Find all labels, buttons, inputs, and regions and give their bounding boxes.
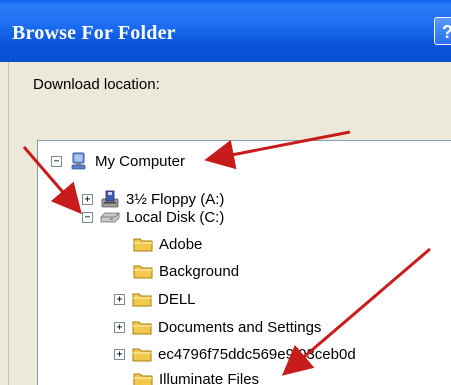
folder-tree-view[interactable]: − My Computer + 3½ Floppy (A:) − Local D…	[37, 140, 451, 385]
tree-item-my-computer[interactable]: − My Computer	[51, 150, 185, 172]
help-button[interactable]: ?	[434, 17, 451, 45]
tree-item-folder-documents-and-settings[interactable]: + Documents and Settings	[114, 316, 321, 338]
hard-disk-icon	[100, 212, 120, 223]
tree-item-label: ec4796f75ddc569e9f03ceb0d	[158, 345, 356, 363]
folder-icon	[133, 265, 153, 279]
computer-icon	[71, 152, 86, 170]
expand-icon[interactable]: +	[82, 193, 93, 205]
tree-item-label: Background	[159, 262, 240, 280]
browse-for-folder-window: Browse For Folder ? Download location: −…	[0, 0, 451, 385]
tree-item-folder-dell[interactable]: + DELL	[114, 288, 196, 310]
tree-item-local-disk[interactable]: − Local Disk (C:)	[82, 206, 224, 228]
download-location-label: Download location:	[33, 76, 160, 93]
tree-item-folder-illuminate-files[interactable]: Illuminate Files	[133, 368, 259, 385]
window-title: Browse For Folder	[12, 22, 176, 44]
folder-icon	[132, 348, 152, 362]
tree-item-label: 3½ Floppy (A:)	[126, 190, 225, 208]
expand-icon[interactable]: +	[114, 321, 125, 333]
title-bar[interactable]: Browse For Folder ?	[0, 0, 451, 62]
tree-item-label: My Computer	[95, 152, 186, 170]
folder-icon	[133, 238, 153, 252]
tree-item-label: DELL	[158, 290, 196, 308]
folder-icon	[132, 293, 152, 307]
tree-item-folder-background[interactable]: Background	[133, 260, 239, 282]
collapse-icon[interactable]: −	[82, 211, 93, 223]
expand-icon[interactable]: +	[114, 348, 125, 360]
tree-item-label: Documents and Settings	[158, 318, 322, 336]
tree-item-label: Illuminate Files	[159, 370, 260, 385]
folder-icon	[133, 373, 153, 385]
tree-item-label: Adobe	[159, 235, 203, 253]
collapse-icon[interactable]: −	[51, 155, 62, 167]
folder-icon	[132, 321, 152, 335]
tree-item-label: Local Disk (C:)	[126, 208, 225, 226]
tree-item-folder-adobe[interactable]: Adobe	[133, 233, 202, 255]
expand-icon[interactable]: +	[114, 293, 125, 305]
tree-item-folder-hash[interactable]: + ec4796f75ddc569e9f03ceb0d	[114, 343, 356, 365]
